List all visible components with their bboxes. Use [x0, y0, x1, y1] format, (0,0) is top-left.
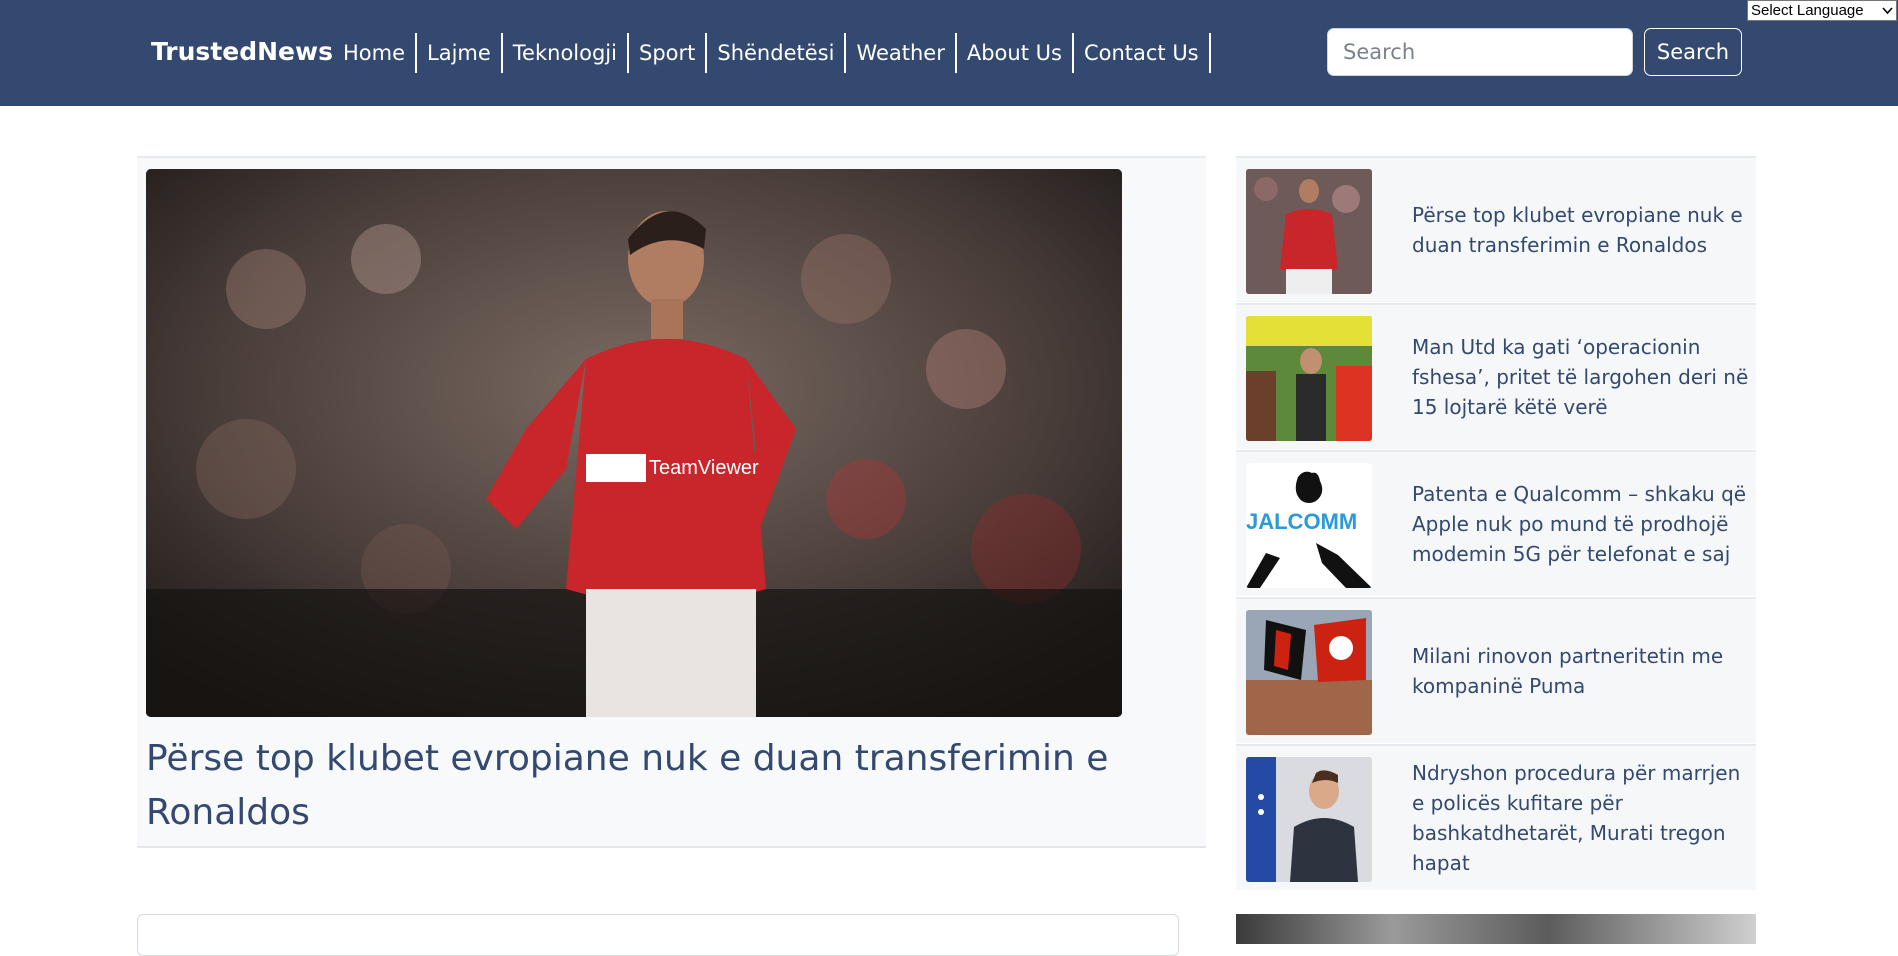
svg-text:TeamViewer: TeamViewer — [649, 457, 759, 479]
search-button[interactable]: Search — [1644, 28, 1742, 76]
list-item-title[interactable]: Man Utd ka gati ‘operacionin fshesa’, pr… — [1412, 305, 1752, 449]
nav-item-shendetesi[interactable]: Shëndetësi — [707, 33, 847, 73]
list-item-title[interactable]: Përse top klubet evropiane nuk e duan tr… — [1412, 158, 1752, 302]
list-item-title[interactable]: Patenta e Qualcomm – shkaku që Apple nuk… — [1412, 452, 1752, 596]
featured-article[interactable]: TeamViewer Përse top klubet evropiane nu… — [137, 156, 1206, 848]
nav-item-weather[interactable]: Weather — [846, 33, 957, 73]
thumbnail-image[interactable] — [1246, 169, 1372, 294]
thumbnail-image[interactable] — [1246, 757, 1372, 882]
thumbnail-image[interactable] — [1246, 316, 1372, 441]
featured-title[interactable]: Përse top klubet evropiane nuk e duan tr… — [146, 732, 1126, 840]
navbar: TrustedNews Home Lajme Teknologji Sport … — [0, 0, 1898, 106]
list-item[interactable]: Përse top klubet evropiane nuk e duan tr… — [1236, 156, 1756, 302]
nav-item-lajme[interactable]: Lajme — [417, 33, 503, 73]
main-nav: Home Lajme Teknologji Sport Shëndetësi W… — [333, 33, 1211, 73]
thumbnail-image[interactable] — [1246, 610, 1372, 735]
list-item-title[interactable]: Ndryshon procedura për marrjen e policës… — [1412, 746, 1752, 890]
language-select-label: Select Language — [1751, 2, 1864, 19]
nav-item-home[interactable]: Home — [333, 33, 418, 73]
nav-item-about-us[interactable]: About Us — [957, 33, 1074, 73]
news-card[interactable] — [137, 914, 1179, 956]
brand-logo[interactable]: TrustedNews — [151, 33, 333, 71]
chevron-down-icon — [1882, 7, 1893, 15]
search-input[interactable] — [1327, 28, 1633, 76]
list-item[interactable]: JALCOMM Patenta e Qualcomm – shkaku që A… — [1236, 450, 1756, 596]
list-item-title[interactable]: Milani rinovon partneritetin me kompanin… — [1412, 599, 1752, 743]
featured-image[interactable]: TeamViewer — [146, 169, 1122, 717]
nav-item-sport[interactable]: Sport — [629, 33, 708, 73]
svg-text:JALCOMM: JALCOMM — [1246, 509, 1357, 534]
thumbnail-image[interactable] — [1236, 914, 1756, 944]
nav-item-contact-us[interactable]: Contact Us — [1074, 33, 1211, 73]
list-item[interactable]: Milani rinovon partneritetin me kompanin… — [1236, 597, 1756, 743]
language-select[interactable]: Select Language — [1747, 0, 1897, 21]
list-item[interactable]: Man Utd ka gati ‘operacionin fshesa’, pr… — [1236, 303, 1756, 449]
nav-item-teknologji[interactable]: Teknologji — [503, 33, 629, 73]
thumbnail-image[interactable]: JALCOMM — [1246, 463, 1372, 588]
list-item[interactable]: Ndryshon procedura për marrjen e policës… — [1236, 744, 1756, 890]
sidebar-news-list: Përse top klubet evropiane nuk e duan tr… — [1236, 156, 1756, 891]
